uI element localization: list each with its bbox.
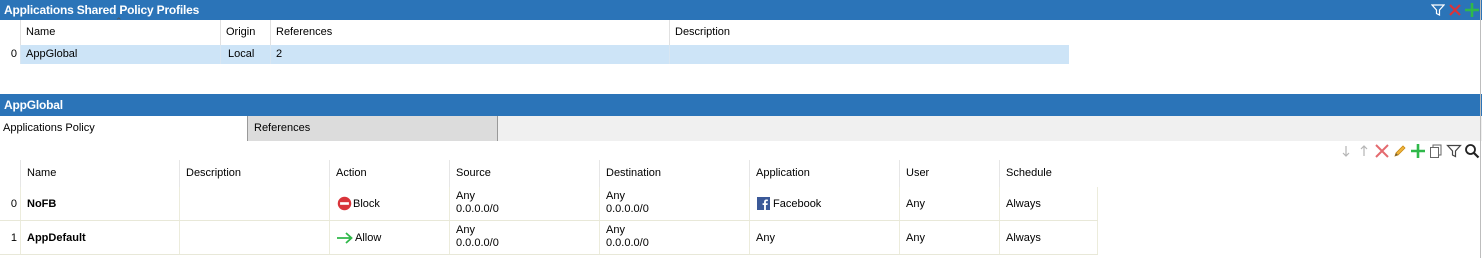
cell-references[interactable]: 2 — [270, 45, 669, 64]
row-number: 0 — [10, 197, 17, 210]
cell-name[interactable]: AppGlobal — [20, 45, 220, 64]
source-address: Any — [456, 224, 475, 236]
search-icon[interactable] — [1464, 143, 1480, 159]
column-header-references[interactable]: References — [270, 20, 669, 45]
column-header-application[interactable]: Application — [749, 160, 899, 187]
cell-destination[interactable]: Any 0.0.0.0/0 — [599, 187, 749, 220]
column-header-user[interactable]: User — [899, 160, 999, 187]
table-row[interactable]: 0 NoFB Block Any 0.0.0.0/0 Any 0.0.0.0/0… — [0, 187, 1098, 221]
cell-source[interactable]: Any 0.0.0.0/0 — [449, 187, 599, 220]
cell-action[interactable]: Block — [329, 187, 449, 220]
cell-schedule[interactable]: Always — [999, 187, 1098, 220]
detail-panel-header: AppGlobal — [0, 94, 1482, 116]
move-down-icon[interactable] — [1338, 143, 1354, 159]
action-label: Block — [353, 197, 380, 210]
column-header-schedule[interactable]: Schedule — [999, 160, 1098, 187]
row-number: 0 — [0, 45, 20, 64]
cell-description[interactable] — [669, 45, 1069, 64]
column-header-origin[interactable]: Origin — [220, 20, 270, 45]
cell-user[interactable]: Any — [899, 187, 999, 220]
action-label: Allow — [355, 231, 382, 244]
add-icon[interactable] — [1410, 143, 1426, 159]
cell-schedule[interactable]: Always — [999, 221, 1098, 254]
destination-subnet: 0.0.0.0/0 — [606, 237, 649, 249]
panel-title: AppGlobal — [4, 98, 63, 112]
cell-destination[interactable]: Any 0.0.0.0/0 — [599, 221, 749, 254]
filter-icon[interactable] — [1430, 2, 1446, 18]
cell-description[interactable] — [179, 221, 329, 254]
destination-address: Any — [606, 224, 625, 236]
destination-subnet: 0.0.0.0/0 — [606, 203, 649, 215]
column-header-destination[interactable]: Destination — [599, 160, 749, 187]
tab-applications-policy[interactable]: Applications Policy — [0, 116, 247, 141]
cell-application[interactable]: Facebook — [749, 187, 899, 220]
source-address: Any — [456, 190, 475, 202]
block-icon — [336, 196, 352, 212]
edit-pencil-icon[interactable] — [1392, 143, 1408, 159]
detail-tabs: Applications Policy References — [0, 116, 1482, 141]
application-label: Facebook — [773, 197, 822, 210]
column-header-action[interactable]: Action — [329, 160, 449, 187]
cell-user[interactable]: Any — [899, 221, 999, 254]
delete-icon[interactable] — [1447, 2, 1463, 18]
cell-source[interactable]: Any 0.0.0.0/0 — [449, 221, 599, 254]
move-up-icon[interactable] — [1356, 143, 1372, 159]
row-header-corner — [0, 160, 20, 187]
column-header-name[interactable]: Name — [20, 20, 220, 45]
column-header-source[interactable]: Source — [449, 160, 599, 187]
column-header-description[interactable]: Description — [179, 160, 329, 187]
cell-description[interactable] — [179, 187, 329, 220]
delete-icon[interactable] — [1374, 143, 1390, 159]
add-icon[interactable] — [1464, 2, 1480, 18]
source-subnet: 0.0.0.0/0 — [456, 203, 499, 215]
cell-name[interactable]: AppDefault — [20, 221, 179, 254]
destination-address: Any — [606, 190, 625, 202]
row-header-corner — [0, 20, 20, 45]
column-header-description[interactable]: Description — [669, 20, 1069, 45]
policy-grid-header: Name Description Action Source Destinati… — [0, 160, 1098, 187]
cell-application[interactable]: Any — [749, 221, 899, 254]
arrow-right-icon — [336, 230, 354, 246]
copy-icon[interactable] — [1428, 143, 1444, 159]
window-edge — [1480, 0, 1481, 258]
filter-icon[interactable] — [1446, 143, 1462, 159]
column-header-name[interactable]: Name — [20, 160, 179, 187]
cell-name[interactable]: NoFB — [20, 187, 179, 220]
cell-action[interactable]: Allow — [329, 221, 449, 254]
source-subnet: 0.0.0.0/0 — [456, 237, 499, 249]
table-row[interactable]: 1 AppDefault Allow Any 0.0.0.0/0 Any 0.0… — [0, 221, 1098, 255]
profiles-grid-header: ⌃ Name Origin References Description — [0, 16, 1069, 45]
cell-origin[interactable]: Local — [220, 45, 270, 64]
table-row[interactable]: 0 AppGlobal Local 2 — [0, 45, 1069, 64]
row-number: 1 — [10, 231, 17, 244]
profiles-panel-header: Applications Shared Policy Profiles — [0, 0, 1482, 20]
policy-toolbar — [1338, 142, 1480, 160]
tab-references[interactable]: References — [247, 116, 498, 141]
panel-title: Applications Shared Policy Profiles — [4, 3, 200, 17]
facebook-icon — [756, 197, 770, 211]
